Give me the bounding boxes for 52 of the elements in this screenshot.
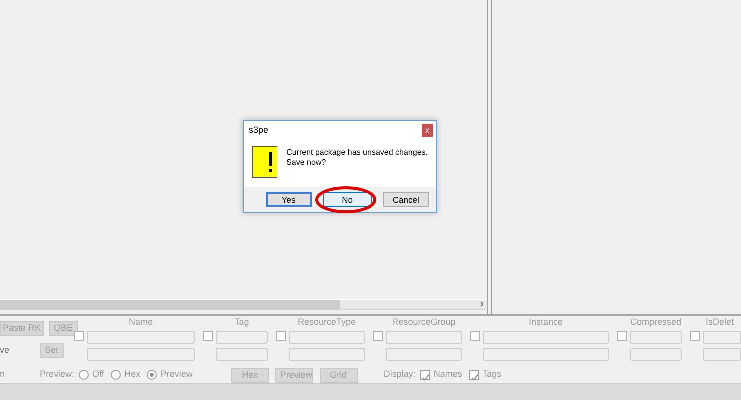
highlight-ellipse	[316, 186, 376, 214]
filter-label: ResourceType	[296, 318, 358, 327]
close-button[interactable]: x	[422, 124, 433, 137]
dialog-message: Current package has unsaved changes. Save now?	[286, 147, 428, 169]
filter-label: ResourceGroup	[391, 318, 457, 327]
scroll-right-arrow[interactable]: ›	[477, 300, 487, 309]
filter-input[interactable]	[87, 331, 195, 344]
dialog-title: s3pe	[249, 124, 269, 137]
filter-input[interactable]	[630, 348, 682, 361]
filter-input[interactable]	[703, 348, 741, 361]
scrollbar-thumb[interactable]	[0, 300, 340, 309]
checkbox-label: Tags	[482, 368, 502, 382]
filter-input[interactable]	[703, 331, 741, 344]
filter-label: IsDelet	[705, 318, 736, 327]
filter-input[interactable]	[483, 348, 609, 361]
radio-button[interactable]	[110, 370, 121, 380]
display-checkbox[interactable]	[420, 370, 430, 380]
dialog-button[interactable]: No	[322, 192, 372, 207]
dialog-button[interactable]: Cancel	[383, 192, 429, 207]
dialog-button[interactable]: Yes	[266, 192, 312, 207]
filter-checkbox[interactable]	[74, 331, 84, 341]
radio-label: Off	[92, 368, 104, 382]
display-checkbox[interactable]	[468, 370, 479, 380]
filter-input[interactable]	[289, 348, 365, 361]
partial-label: ve	[0, 344, 11, 357]
filter-label: Compressed	[630, 318, 682, 327]
checkbox-label: Names	[434, 368, 462, 382]
filter-checkbox[interactable]	[276, 331, 286, 341]
filter-input[interactable]	[386, 348, 462, 361]
filter-checkbox[interactable]	[690, 331, 700, 341]
filter-input[interactable]	[483, 331, 609, 344]
filter-checkbox[interactable]	[470, 331, 480, 341]
filter-input[interactable]	[289, 331, 365, 344]
radio-label: Preview	[160, 368, 193, 382]
radio-button[interactable]	[146, 370, 157, 380]
radio-label: Hex	[124, 368, 141, 382]
filter-label: Name	[128, 318, 154, 327]
preview-label: Preview:	[40, 368, 75, 382]
filter-label: Instance	[528, 318, 564, 327]
filter-checkbox[interactable]	[373, 331, 383, 341]
filter-label: Tag	[234, 318, 250, 327]
filter-input[interactable]	[630, 331, 682, 344]
filter-checkbox[interactable]	[617, 331, 627, 341]
filter-checkbox[interactable]	[203, 331, 213, 341]
radio-button[interactable]	[78, 370, 89, 380]
filter-input[interactable]	[87, 348, 195, 361]
filter-input[interactable]	[216, 348, 268, 361]
display-label: Display:	[384, 368, 416, 382]
filter-input[interactable]	[386, 331, 462, 344]
partial-label: n	[0, 368, 6, 382]
warning-icon	[252, 146, 277, 178]
filter-input[interactable]	[216, 331, 268, 344]
